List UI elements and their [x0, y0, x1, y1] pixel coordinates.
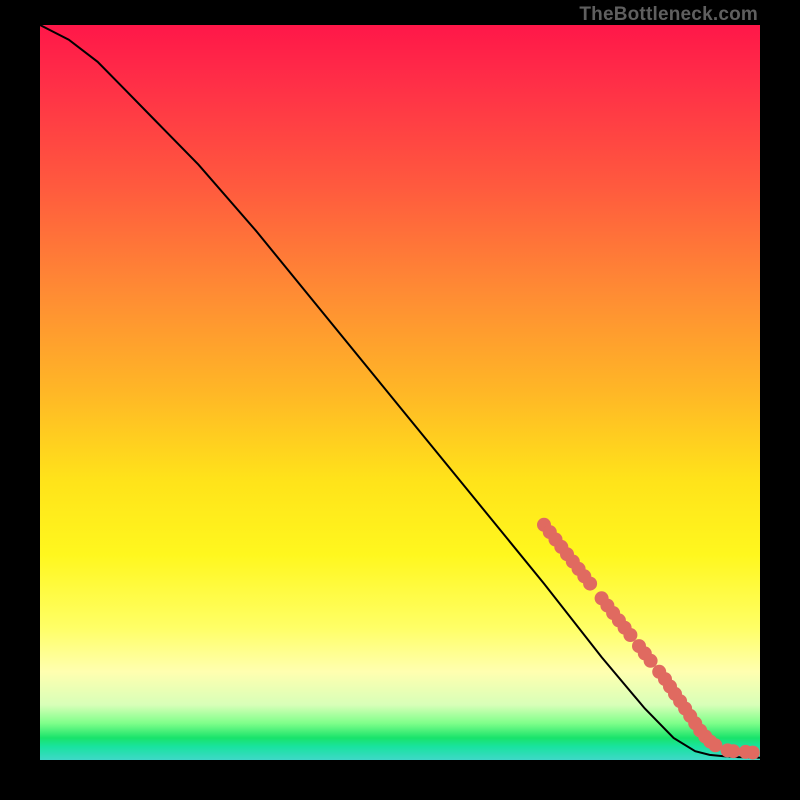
chart-frame: TheBottleneck.com: [0, 0, 800, 800]
plot-area: [40, 25, 760, 760]
data-marker: [583, 577, 597, 591]
data-marker: [746, 746, 760, 760]
data-marker: [708, 738, 722, 752]
attribution-text: TheBottleneck.com: [579, 4, 758, 26]
data-marker: [726, 744, 740, 758]
chart-svg: [40, 25, 760, 760]
data-markers: [537, 518, 760, 760]
bottleneck-curve: [40, 25, 760, 758]
data-marker: [644, 654, 658, 668]
data-marker: [623, 628, 637, 642]
